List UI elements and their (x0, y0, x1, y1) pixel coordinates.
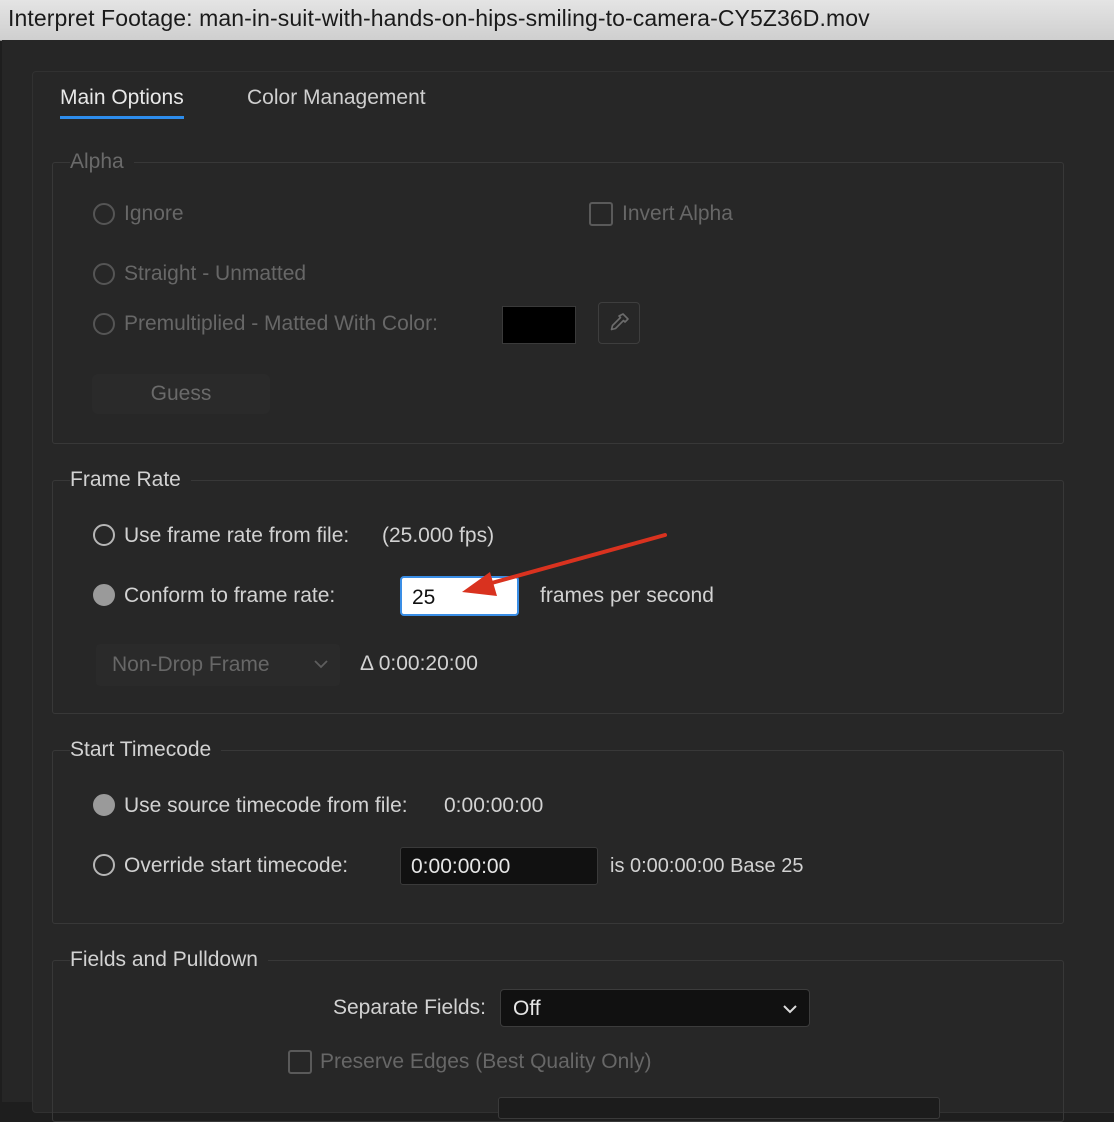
radio-use-file-frame-rate[interactable] (93, 524, 115, 546)
alpha-group-label: Alpha (70, 150, 134, 174)
file-fps-value: (25.000 fps) (382, 524, 495, 547)
radio-premultiplied-label: Premultiplied - Matted With Color: (124, 312, 438, 335)
separate-fields-label: Separate Fields: (333, 996, 486, 1019)
preserve-edges-checkbox[interactable] (288, 1050, 312, 1074)
radio-premultiplied[interactable] (93, 313, 115, 335)
radio-straight-label: Straight - Unmatted (124, 262, 307, 285)
title-bar: Interpret Footage: man-in-suit-with-hand… (0, 0, 1114, 41)
preserve-edges-label: Preserve Edges (Best Quality Only) (320, 1050, 652, 1073)
override-timecode-info: is 0:00:00:00 Base 25 (610, 855, 804, 877)
pulldown-field[interactable] (498, 1097, 940, 1119)
tab-color-management[interactable]: Color Management (247, 86, 426, 110)
start-timecode-group-label: Start Timecode (70, 738, 222, 762)
drop-frame-dropdown[interactable]: Non-Drop Frame (96, 644, 340, 686)
separate-fields-select[interactable]: Off (500, 989, 810, 1027)
source-timecode-value: 0:00:00:00 (444, 794, 544, 817)
window-title: Interpret Footage: man-in-suit-with-hand… (8, 5, 870, 31)
frame-rate-group-label: Frame Rate (70, 468, 191, 492)
matte-color-swatch[interactable] (502, 306, 576, 344)
eyedropper-button[interactable] (598, 302, 640, 344)
radio-ignore-label: Ignore (124, 202, 184, 225)
invert-alpha-label: Invert Alpha (622, 202, 733, 225)
fields-pulldown-group-label: Fields and Pulldown (70, 948, 268, 972)
guess-button[interactable]: Guess (92, 374, 270, 414)
radio-override-timecode[interactable] (93, 854, 115, 876)
chevron-down-icon (783, 1005, 797, 1014)
eyedropper-icon (610, 313, 629, 331)
chevron-down-icon (314, 660, 328, 669)
source-timecode-label: Use source timecode from file: (124, 794, 408, 817)
use-file-frame-rate-label: Use frame rate from file: (124, 524, 350, 547)
radio-conform-frame-rate[interactable] (93, 584, 115, 606)
radio-source-timecode[interactable] (93, 794, 115, 816)
duration-value: Δ 0:00:20:00 (360, 652, 478, 675)
fps-unit-label: frames per second (540, 584, 714, 607)
tab-main-options[interactable]: Main Options (60, 86, 184, 119)
radio-straight[interactable] (93, 263, 115, 285)
separate-fields-value: Off (513, 997, 541, 1020)
override-timecode-input[interactable]: 0:00:00:00 (400, 847, 598, 885)
invert-alpha-checkbox[interactable] (589, 202, 613, 226)
override-timecode-label: Override start timecode: (124, 854, 349, 877)
conform-frame-rate-label: Conform to frame rate: (124, 584, 336, 607)
conform-fps-input[interactable]: 25 (400, 576, 519, 616)
drop-frame-value: Non-Drop Frame (112, 653, 270, 676)
start-timecode-group (52, 750, 1064, 924)
radio-ignore[interactable] (93, 203, 115, 225)
